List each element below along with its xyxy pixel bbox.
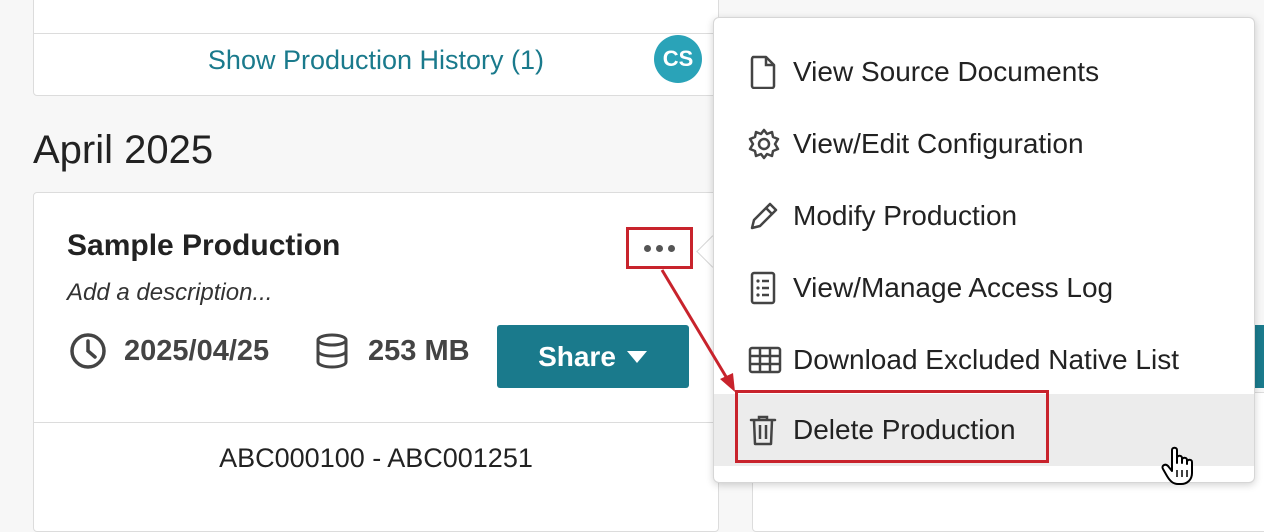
- list-icon: [750, 271, 776, 305]
- menu-item-view-manage-access-log[interactable]: View/Manage Access Log: [714, 252, 1254, 324]
- menu-item-view-source-documents[interactable]: View Source Documents: [714, 36, 1254, 108]
- size-value: 253 MB: [368, 334, 470, 367]
- adjacent-share-button[interactable]: [1255, 325, 1264, 388]
- more-options-button[interactable]: [626, 227, 693, 269]
- menu-item-modify-production[interactable]: Modify Production: [714, 180, 1254, 252]
- avatar: CS: [654, 35, 702, 83]
- previous-production-card: Show Production History (1) CS: [33, 0, 719, 96]
- document-icon: [750, 55, 776, 89]
- menu-item-label: Download Excluded Native List: [793, 344, 1179, 375]
- menu-item-label: View Source Documents: [793, 56, 1100, 87]
- dot: [656, 244, 663, 252]
- production-card: Sample Production Add a description... 2…: [33, 192, 719, 532]
- gear-icon: [748, 128, 780, 160]
- menu-item-view-edit-configuration[interactable]: View/Edit Configuration: [714, 108, 1254, 180]
- pencil-icon: [750, 202, 778, 230]
- menu-item-label: View/Manage Access Log: [793, 272, 1114, 303]
- bates-range: ABC000100 - ABC001251: [219, 443, 533, 473]
- share-label: Share: [538, 340, 616, 372]
- production-date: 2025/04/25: [68, 331, 269, 371]
- production-title: Sample Production: [67, 229, 341, 262]
- description-field[interactable]: Add a description...: [67, 279, 272, 307]
- share-button[interactable]: Share: [497, 325, 689, 388]
- menu-item-label: View/Edit Configuration: [793, 128, 1084, 159]
- caret-down-icon: [626, 350, 647, 363]
- hand-cursor-icon: [1161, 446, 1193, 485]
- table-icon: [748, 346, 782, 374]
- clock-icon: [70, 333, 106, 369]
- menu-item-label: Modify Production: [793, 200, 1018, 231]
- production-size: 253 MB: [312, 331, 470, 371]
- date-value: 2025/04/25: [124, 334, 270, 367]
- show-production-history-link[interactable]: Show Production History (1): [34, 45, 718, 76]
- dot: [644, 244, 651, 252]
- divider: [34, 422, 718, 423]
- database-icon: [316, 333, 348, 369]
- month-heading: April 2025: [33, 128, 214, 172]
- delete-highlight-annotation: [735, 390, 1049, 463]
- dot: [668, 244, 675, 252]
- menu-item-download-excluded-native-list[interactable]: Download Excluded Native List: [714, 324, 1254, 396]
- divider: [34, 33, 718, 34]
